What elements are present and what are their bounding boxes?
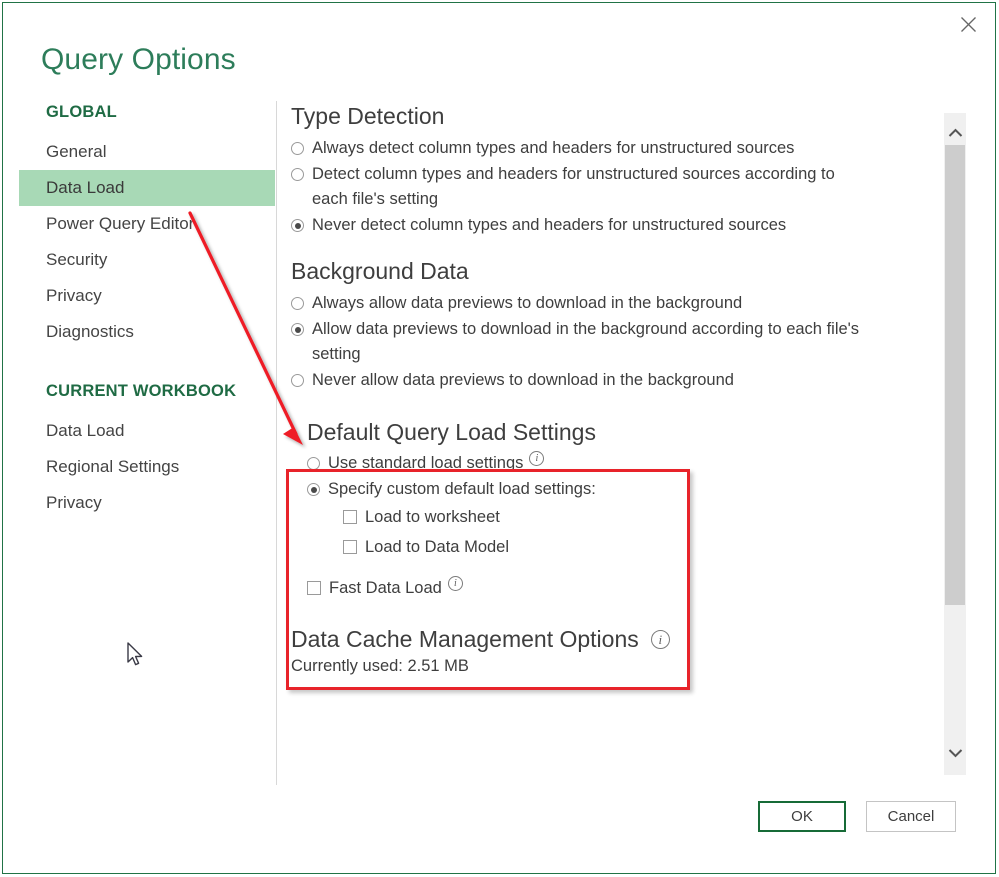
checkbox-label: Load to Data Model [365, 538, 510, 556]
radio-indicator [291, 374, 304, 387]
sidebar-item-data-load[interactable]: Data Load [19, 170, 275, 206]
sidebar-item-workbook-data-load[interactable]: Data Load [19, 413, 275, 449]
radio-indicator [291, 168, 304, 181]
radio-indicator [291, 219, 304, 232]
radio-indicator [291, 323, 304, 336]
radio-label: Always allow data previews to download i… [312, 294, 743, 312]
dialog-title: Query Options [41, 43, 236, 76]
sidebar-content-divider [276, 101, 277, 785]
section-heading-data-cache-management: Data Cache Management Options i [291, 626, 941, 653]
close-icon [960, 16, 977, 33]
sidebar-item-diagnostics[interactable]: Diagnostics [19, 314, 275, 350]
sidebar-item-workbook-privacy[interactable]: Privacy [19, 485, 275, 521]
radio-always-allow-previews[interactable]: Always allow data previews to download i… [291, 291, 941, 316]
options-content-pane: Type Detection Always detect column type… [291, 103, 941, 779]
checkbox-indicator [343, 510, 357, 524]
chevron-down-icon [948, 745, 963, 763]
radio-always-detect-types[interactable]: Always detect column types and headers f… [291, 136, 941, 161]
section-heading-text: Data Cache Management Options [291, 626, 639, 652]
chevron-up-icon [948, 125, 963, 143]
section-heading-background-data: Background Data [291, 258, 469, 284]
sidebar-item-power-query-editor[interactable]: Power Query Editor [19, 206, 275, 242]
sidebar-group-title-current-workbook: CURRENT WORKBOOK [46, 382, 237, 400]
radio-never-detect-types[interactable]: Never detect column types and headers fo… [291, 213, 941, 238]
section-background-data: Background Data Always allow data previe… [291, 258, 941, 393]
radio-indicator [291, 297, 304, 310]
sidebar-item-security[interactable]: Security [19, 242, 275, 278]
radio-label: Specify custom default load settings: [328, 480, 596, 498]
sidebar: GLOBAL General Data Load Power Query Edi… [19, 103, 275, 783]
sidebar-item-general[interactable]: General [19, 134, 275, 170]
radio-label: Never allow data previews to download in… [312, 371, 734, 389]
checkbox-load-to-data-model[interactable]: Load to Data Model [343, 535, 941, 560]
info-icon[interactable]: i [447, 576, 463, 591]
radio-indicator [291, 142, 304, 155]
radio-label: Allow data previews to download in the b… [312, 320, 860, 363]
radio-label: Use standard load settings [328, 454, 524, 472]
cancel-button[interactable]: Cancel [866, 801, 956, 832]
content-scrollbar[interactable] [944, 113, 966, 775]
checkbox-load-to-worksheet[interactable]: Load to worksheet [343, 505, 941, 530]
checkbox-label: Fast Data Load [329, 579, 442, 597]
radio-indicator [307, 457, 320, 470]
sidebar-item-regional-settings[interactable]: Regional Settings [19, 449, 275, 485]
data-cache-currently-used: Currently used: 2.51 MB [291, 657, 469, 675]
info-icon[interactable]: i [529, 451, 545, 466]
radio-allow-previews-per-file[interactable]: Allow data previews to download in the b… [291, 317, 941, 367]
sidebar-group-title-global: GLOBAL [46, 103, 117, 121]
scrollbar-thumb[interactable] [945, 145, 965, 605]
section-data-cache-management: Data Cache Management Options i Currentl… [291, 626, 941, 676]
radio-indicator [307, 483, 320, 496]
checkbox-fast-data-load[interactable]: Fast Data Load i [307, 576, 941, 601]
scroll-up-button[interactable] [944, 123, 966, 145]
screenshot-root: Query Options GLOBAL General Data Load P… [0, 0, 999, 877]
radio-label: Always detect column types and headers f… [312, 139, 795, 157]
section-heading-default-query-load-settings: Default Query Load Settings [307, 419, 596, 445]
section-default-query-load-settings: Default Query Load Settings Use standard… [291, 419, 941, 601]
checkbox-indicator [307, 581, 321, 595]
ok-button[interactable]: OK [758, 801, 846, 832]
radio-label: Detect column types and headers for unst… [312, 165, 835, 208]
radio-label: Never detect column types and headers fo… [312, 216, 787, 234]
radio-use-standard-load-settings[interactable]: Use standard load settings i [307, 451, 941, 476]
query-options-dialog: Query Options GLOBAL General Data Load P… [2, 2, 996, 874]
scroll-down-button[interactable] [944, 743, 966, 765]
section-heading-type-detection: Type Detection [291, 103, 445, 129]
info-icon[interactable]: i [650, 630, 670, 649]
radio-never-allow-previews[interactable]: Never allow data previews to download in… [291, 368, 941, 393]
checkbox-indicator [343, 540, 357, 554]
section-type-detection: Type Detection Always detect column type… [291, 103, 941, 238]
radio-specify-custom-load-settings[interactable]: Specify custom default load settings: [307, 477, 941, 502]
close-button[interactable] [945, 5, 991, 43]
sidebar-item-privacy[interactable]: Privacy [19, 278, 275, 314]
checkbox-label: Load to worksheet [365, 508, 500, 526]
radio-detect-types-per-file[interactable]: Detect column types and headers for unst… [291, 162, 941, 212]
